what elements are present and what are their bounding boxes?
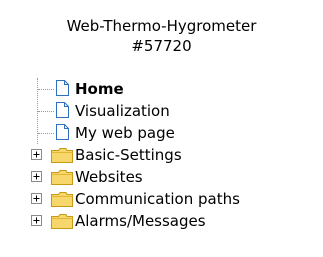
- tree-item-label: My web page: [75, 124, 175, 142]
- tree-item-label: Basic-Settings: [75, 146, 182, 164]
- page-icon: [56, 80, 69, 96]
- expand-icon[interactable]: [31, 149, 42, 160]
- tree-connector: [38, 89, 54, 90]
- device-name: Web-Thermo-Hygrometer: [66, 17, 257, 35]
- device-title: Web-Thermo-Hygrometer #57720: [0, 16, 323, 56]
- tree-connector: [38, 111, 54, 112]
- tree-item-websites[interactable]: Websites: [0, 166, 300, 188]
- expand-icon[interactable]: [31, 193, 42, 204]
- expand-icon[interactable]: [31, 215, 42, 226]
- tree-item-label: Home: [75, 80, 124, 98]
- folder-icon: [51, 192, 73, 207]
- tree-item-basic-settings[interactable]: Basic-Settings: [0, 144, 300, 166]
- page-icon: [56, 102, 69, 118]
- tree-item-label: Visualization: [75, 102, 170, 120]
- tree-item-home[interactable]: Home: [0, 78, 300, 100]
- tree-item-communication-paths[interactable]: Communication paths: [0, 188, 300, 210]
- tree-item-label: Websites: [75, 168, 143, 186]
- tree-item-visualization[interactable]: Visualization: [0, 100, 300, 122]
- device-serial: #57720: [131, 37, 192, 55]
- page-icon: [56, 124, 69, 140]
- tree-item-label: Alarms/Messages: [75, 212, 206, 230]
- folder-icon: [51, 148, 73, 163]
- tree-connector: [38, 133, 54, 134]
- folder-icon: [51, 170, 73, 185]
- tree-item-label: Communication paths: [75, 190, 240, 208]
- folder-icon: [51, 214, 73, 229]
- expand-icon[interactable]: [31, 171, 42, 182]
- tree-item-my-web-page[interactable]: My web page: [0, 122, 300, 144]
- tree-item-alarms-messages[interactable]: Alarms/Messages: [0, 210, 300, 232]
